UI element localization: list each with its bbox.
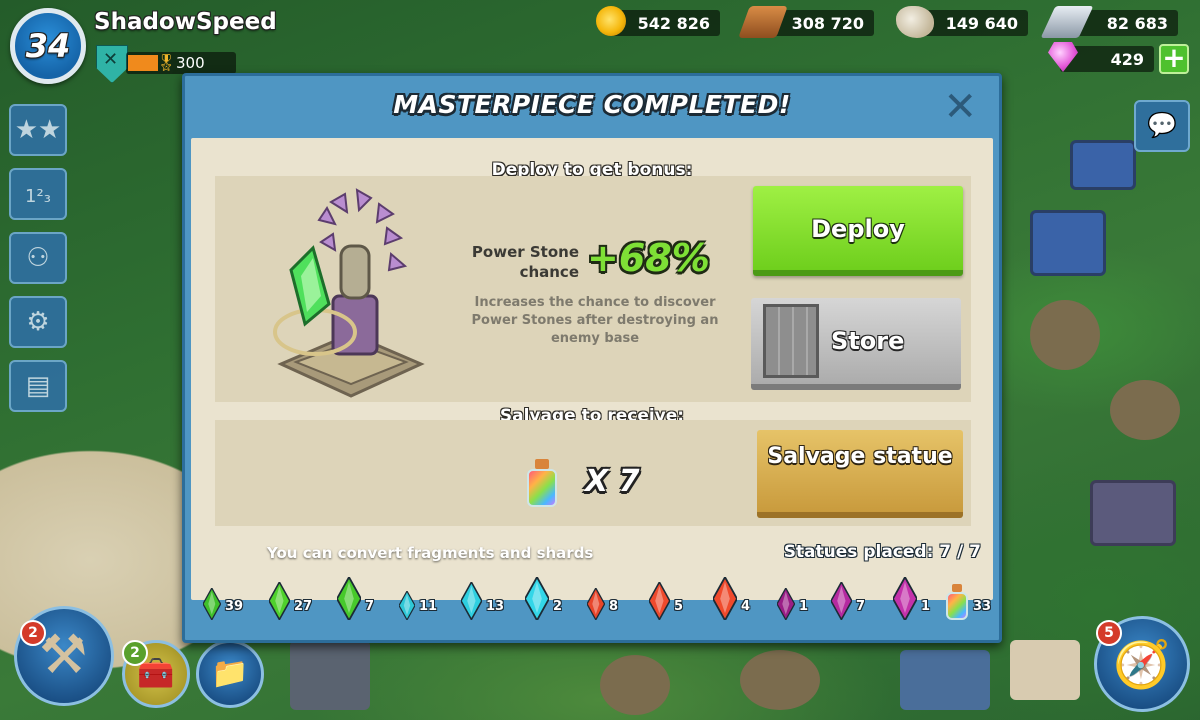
dark-shard-icon [831,582,852,620]
gear-icon: ⚙ [26,307,50,337]
rank-stars-button[interactable]: ★★ [9,104,67,156]
folder-icon: 📁 [211,656,249,691]
fragment-count: 7 [856,599,866,614]
deploy-button[interactable]: Deploy [753,186,963,276]
fragment-count: 13 [486,599,505,614]
diamond-counter: 429 [1048,42,1154,72]
wood-counter: 308 720 [738,6,874,38]
statues-placed: Statues placed: 7 / 7 [783,542,981,562]
player-name: ShadowSpeed [94,9,277,35]
fragment-count: 2 [553,599,563,614]
village-building [600,655,670,715]
map-count-badge: 5 [1096,620,1122,646]
fragment-count: 4 [741,599,751,614]
dialog-title: MASTERPIECE COMPLETED! [393,90,791,119]
magma-crystal-icon [713,576,737,620]
life-shard-icon [269,582,290,620]
life-crystal-icon [337,576,361,620]
elixir-potion-icon [525,459,559,509]
newspaper-icon: ▤ [25,371,51,401]
fragment-count: 5 [674,599,684,614]
player-level-badge[interactable]: 34 [10,8,86,84]
medal-icon: 🎖 [156,53,177,72]
leaderboard-button[interactable]: 1²₃ [9,168,67,220]
bonus-name: Power Stone chance [471,243,579,281]
sculptor-count-badge: 2 [122,640,148,666]
life-fragment-icon [203,588,221,620]
masterpiece-statue-icon [273,188,425,398]
inventory-button[interactable]: 📁 [196,640,264,708]
leaderboard-icon: 1²₃ [25,186,51,207]
village-building [1110,380,1180,440]
rank-shield-icon[interactable]: ✕ [96,45,128,83]
settings-button[interactable]: ⚙ [9,296,67,348]
fragment-count: 27 [294,599,313,614]
village-building [1090,480,1176,546]
fragment-count: 11 [419,599,438,614]
bonus-value: +68% [587,236,710,280]
salvage-quantity: X 7 [585,464,640,499]
salvage-statue-button[interactable]: Salvage statue [757,430,963,518]
fragment-count: 39 [225,599,244,614]
fragment-count: 1 [921,599,931,614]
victory-points: 300 [176,54,205,72]
hammer-icon: ⚒ [39,623,88,686]
village-building [1030,300,1100,370]
gold-counter: 542 826 [596,6,720,36]
fragment-count: 1 [799,599,809,614]
crate-icon [763,304,819,378]
ice-fragment-icon [399,591,415,620]
close-icon[interactable]: ✕ [943,84,977,130]
ice-shard-icon [461,582,482,620]
task-force-icon: ⚇ [26,243,50,273]
store-button[interactable]: Store [751,298,961,390]
news-button[interactable]: ▤ [9,360,67,412]
stone-amount: 149 640 [945,14,1018,33]
village-building [900,650,990,710]
stone-icon [896,6,934,38]
chat-bubble-icon: 💬 [1147,111,1177,139]
builder-count-badge: 2 [20,620,46,646]
store-button-label: Store [831,327,905,355]
gold-amount: 542 826 [637,14,710,33]
stone-counter: 149 640 [896,6,1028,38]
fragment-inventory: 39 27 7 11 13 2 8 5 4 1 7 1 33 [203,576,993,626]
village-building [1070,140,1136,190]
player-level: 34 [25,27,71,65]
diamond-icon [1048,42,1078,72]
village-building [1010,640,1080,700]
stars-icon: ★★ [14,115,62,145]
fragment-count: 7 [365,599,375,614]
ice-crystal-icon [525,576,549,620]
dark-crystal-icon [893,576,917,620]
bonus-description: Increases the chance to discover Power S… [471,295,719,346]
magma-fragment-icon [587,588,605,620]
iron-amount: 82 683 [1106,14,1168,33]
victory-points-fill [128,55,158,71]
task-force-button[interactable]: ⚇ [9,232,67,284]
iron-counter: 82 683 [1040,6,1178,38]
buy-diamonds-button[interactable]: + [1159,44,1189,74]
wood-icon [738,6,788,38]
iron-icon [1040,6,1094,38]
masterpiece-dialog: MASTERPIECE COMPLETED! ✕ Deploy to get b… [182,73,1002,643]
village-building [290,640,370,710]
fragment-count: 33 [973,599,992,614]
compass-icon: 🧭 [1113,637,1171,691]
dark-fragment-icon [777,588,795,620]
diamond-amount: 429 [1110,50,1144,69]
chat-button[interactable]: 💬 [1134,100,1190,152]
wood-amount: 308 720 [791,14,864,33]
fragment-count: 8 [609,599,619,614]
village-building [740,650,820,710]
village-building [1030,210,1106,276]
elixir-potion-icon [945,584,969,620]
gold-icon [596,6,626,36]
convert-hint: You can convert fragments and shards [267,544,594,562]
magma-shard-icon [649,582,670,620]
